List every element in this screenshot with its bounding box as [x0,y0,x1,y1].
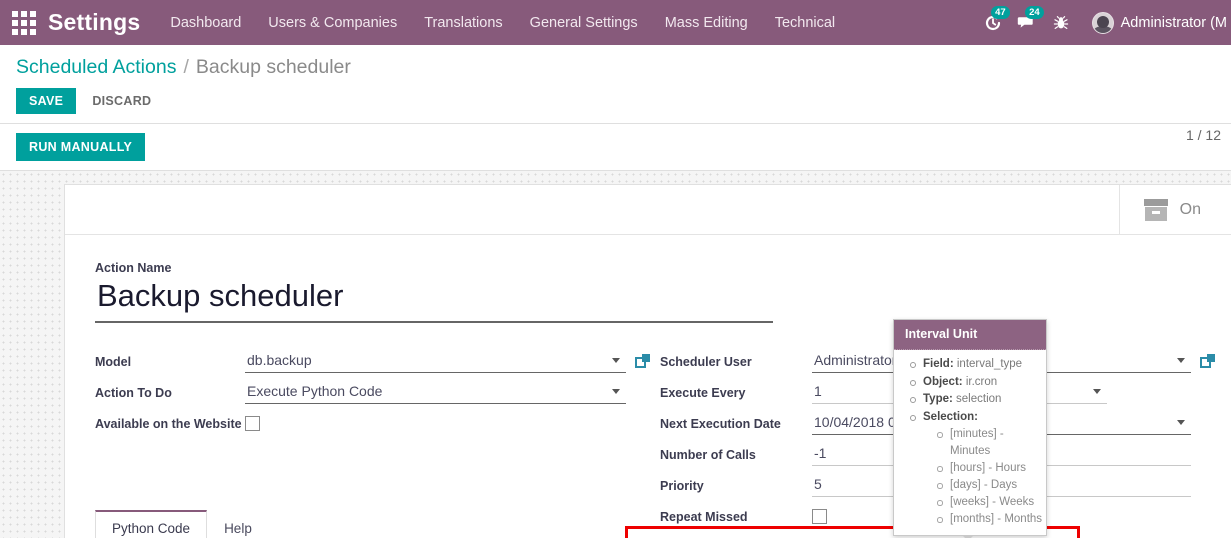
tooltip-selection-options: [minutes] - Minutes [hours] - Hours [day… [923,426,1046,528]
tooltip-title: Interval Unit [894,320,1046,350]
activity-icon[interactable]: 47 [976,0,1010,45]
tooltip-option-weeks: [weeks] - Weeks [937,494,1046,511]
tooltip-option-minutes: [minutes] - Minutes [937,426,1046,460]
user-name-label: Administrator (M [1120,14,1227,31]
chevron-down-icon[interactable] [1177,420,1185,425]
field-row-model: Model [95,349,650,376]
field-label-repeat-missed: Repeat Missed [660,510,748,524]
breadcrumb-separator: / [183,56,189,78]
model-input[interactable] [245,349,626,373]
menu-item-users-companies[interactable]: Users & Companies [268,15,397,31]
tooltip-key-type: Type: [923,393,953,405]
chevron-down-icon[interactable] [612,358,620,363]
discard-button[interactable]: DISCARD [82,88,161,114]
record-pager[interactable]: 1 / 12 [1186,127,1221,143]
avatar [1091,11,1114,34]
chevron-down-icon[interactable] [1093,389,1101,394]
archive-box-icon [1143,198,1168,221]
control-panel: Scheduled Actions / Backup scheduler SAV… [0,45,1231,143]
chevron-down-icon[interactable] [1177,358,1185,363]
field-label-number-of-calls: Number of Calls [660,448,756,462]
field-label-available-on-website: Available on the Website [95,417,242,431]
form-sheet: On Action Name Model [64,184,1231,538]
main-menu: Dashboard Users & Companies Translations… [170,15,835,31]
form-fields: Action Name Model [65,235,1231,535]
record-buttons: SAVE DISCARD [16,79,1215,123]
action-name-label: Action Name [95,261,172,275]
available-on-website-checkbox[interactable] [245,416,260,431]
breadcrumb-current-record: Backup scheduler [195,56,351,78]
breadcrumb-scheduled-actions[interactable]: Scheduled Actions [16,56,176,79]
menu-item-technical[interactable]: Technical [775,15,835,31]
tooltip-value-type: selection [952,393,1002,405]
stat-button-bar: On [65,184,1231,235]
tooltip-key-object: Object: [923,375,963,388]
stat-button-label: On [1179,200,1201,218]
tooltip-option-days: [days] - Days [937,477,1046,494]
activity-badge: 47 [991,6,1010,19]
action-button-bar: RUN MANUALLY [0,124,1231,171]
field-label-priority: Priority [660,479,704,493]
save-button[interactable]: SAVE [16,88,77,114]
tab-help[interactable]: Help [207,511,269,538]
external-link-icon[interactable] [635,353,650,369]
form-content-area: On Action Name Model [0,171,1231,538]
tooltip-row-object: Object: ir.cron [910,374,1046,392]
navbar-right-tools: 47 24 Administrator (M [976,0,1231,45]
user-menu[interactable]: Administrator (M [1091,11,1231,34]
tooltip-body: Field: interval_type Object: ir.cron Typ… [894,350,1046,528]
messages-icon[interactable]: 24 [1010,0,1044,45]
field-row-available-on-website: Available on the Website [95,411,650,438]
tooltip-option-hours: [hours] - Hours [937,460,1046,477]
repeat-missed-checkbox[interactable] [812,509,827,524]
field-label-next-execution-date: Next Execution Date [660,417,781,431]
stat-button-active-toggle[interactable]: On [1118,184,1231,235]
app-brand-settings[interactable]: Settings [48,9,140,36]
menu-item-mass-editing[interactable]: Mass Editing [665,15,748,31]
top-navbar: Settings Dashboard Users & Companies Tra… [0,0,1231,45]
tooltip-row-selection: Selection: [minutes] - Minutes [hours] -… [910,409,1046,529]
field-label-execute-every: Execute Every [660,386,746,400]
tooltip-value-object: ir.cron [962,375,998,388]
run-manually-button[interactable]: RUN MANUALLY [16,133,146,161]
action-to-do-input[interactable] [245,380,626,404]
field-row-action-to-do: Action To Do [95,380,650,407]
tooltip-value-field: interval_type [953,358,1023,370]
field-label-scheduler-user: Scheduler User [660,355,752,369]
tooltip-key-selection: Selection: [923,410,978,423]
tooltip-row-type: Type: selection [910,391,1046,409]
interval-unit-tooltip: Interval Unit Field: interval_type Objec… [893,319,1047,538]
menu-item-dashboard[interactable]: Dashboard [170,15,241,31]
apps-grid-icon[interactable] [12,10,36,35]
external-link-icon[interactable] [1200,353,1215,369]
tooltip-row-field: Field: interval_type [910,356,1046,374]
breadcrumb: Scheduled Actions / Backup scheduler [16,45,1215,79]
notebook-tabs: Python Code Help [95,510,269,538]
tooltip-key-field: Field: [923,358,954,370]
messages-badge: 24 [1025,6,1044,19]
menu-item-translations[interactable]: Translations [424,15,502,31]
action-name-input[interactable] [95,278,773,323]
field-label-action-to-do: Action To Do [95,386,172,400]
field-label-model: Model [95,355,132,369]
bug-icon[interactable] [1044,0,1078,45]
tooltip-option-months: [months] - Months [937,511,1046,528]
tab-python-code[interactable]: Python Code [95,510,208,538]
chevron-down-icon[interactable] [612,389,620,394]
menu-item-general-settings[interactable]: General Settings [530,15,638,31]
form-column-left: Model Action To Do [95,349,650,535]
